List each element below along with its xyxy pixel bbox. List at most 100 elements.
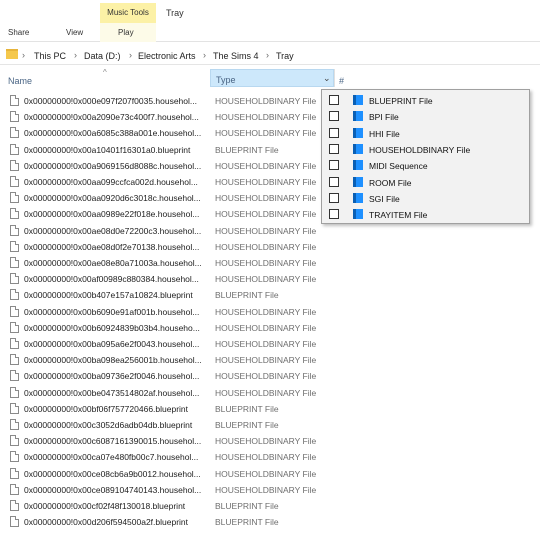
file-icon <box>10 257 19 268</box>
file-name: 0x00000000!0x00ca07e480fb00c7.househol..… <box>24 452 199 463</box>
filter-checkbox[interactable] <box>329 209 339 220</box>
filter-checkbox[interactable] <box>329 95 339 105</box>
file-row[interactable]: 0x00000000!0x00ba095a6e2f0043.househol..… <box>0 336 330 352</box>
file-icon <box>10 483 19 495</box>
file-row[interactable]: 0x00000000!0x00a9069156d8088c.househol..… <box>0 158 330 174</box>
filter-option[interactable]: HOUSEHOLDBINARY File <box>322 142 529 158</box>
file-row[interactable]: 0x00000000!0x000e097f207f0035.househol..… <box>0 93 330 109</box>
file-type-icon <box>353 160 363 171</box>
file-type: HOUSEHOLDBINARY File <box>215 96 317 106</box>
file-row[interactable]: 0x00000000!0x00a6085c388a001e.househol..… <box>0 125 330 141</box>
chevron-right-icon[interactable]: › <box>22 50 25 60</box>
file-type: BLUEPRINT File <box>215 290 279 301</box>
file-icon <box>10 273 19 285</box>
file-row[interactable]: 0x00000000!0x00bf06f757720466.blueprint B… <box>0 401 330 417</box>
file-type-icon <box>353 192 363 203</box>
file-type: HOUSEHOLDBINARY File <box>215 160 317 171</box>
tab-play[interactable]: Play <box>118 28 134 37</box>
column-divider[interactable] <box>334 69 335 87</box>
filter-checkbox[interactable] <box>329 143 339 154</box>
file-type: HOUSEHOLDBINARY File <box>215 225 317 236</box>
file-row[interactable]: 0x00000000!0x00b60924839b03b4.househo...… <box>0 320 330 336</box>
breadcrumb-the-sims-4[interactable]: The Sims 4 <box>213 51 259 61</box>
file-row[interactable]: 0x00000000!0x00cf02f48f130018.blueprint B… <box>0 498 330 514</box>
file-type: HOUSEHOLDBINARY File <box>215 371 317 382</box>
chevron-right-icon[interactable]: › <box>74 50 77 60</box>
file-type: HOUSEHOLDBINARY File <box>215 387 317 398</box>
chevron-right-icon[interactable]: › <box>266 50 269 60</box>
file-type: BLUEPRINT File <box>215 403 279 414</box>
file-name: 0x00000000!0x00ce089104740143.househol..… <box>24 484 202 495</box>
filter-checkbox[interactable] <box>329 192 339 203</box>
type-filter-dropdown: BLUEPRINT File BPI File HHI File HOUSEHOLDB… <box>321 89 530 224</box>
file-row[interactable]: 0x00000000!0x00ae08d0f2e70138.househol..… <box>0 239 330 255</box>
breadcrumb-data-drive[interactable]: Data (D:) <box>84 51 121 61</box>
tab-share[interactable]: Share <box>8 28 29 37</box>
column-header-name[interactable]: Name <box>8 76 32 86</box>
file-icon <box>10 354 19 366</box>
tab-view[interactable]: View <box>66 28 83 37</box>
file-name: 0x00000000!0x00ae08d0f2e70138.househol..… <box>24 241 200 252</box>
file-type-icon <box>353 209 363 220</box>
filter-option[interactable]: SGI File <box>322 191 529 207</box>
file-type-icon <box>353 143 363 154</box>
filter-option[interactable]: BPI File <box>322 109 529 125</box>
filter-checkbox[interactable] <box>329 160 339 171</box>
file-name: 0x00000000!0x00ba09736e2f0046.househol..… <box>24 371 200 382</box>
filter-option[interactable]: HHI File <box>322 126 529 142</box>
filter-checkbox[interactable] <box>329 111 339 122</box>
file-row[interactable]: 0x00000000!0x00be0473514802af.househol..… <box>0 385 330 401</box>
filter-option-label: ROOM File <box>369 177 412 188</box>
filter-option[interactable]: ROOM File <box>322 175 529 191</box>
file-row[interactable]: 0x00000000!0x00a10401f16301a0.blueprint B… <box>0 142 330 158</box>
file-type: HOUSEHOLDBINARY File <box>215 452 317 463</box>
breadcrumb-electronic-arts[interactable]: Electronic Arts <box>138 51 196 61</box>
file-name: 0x00000000!0x00af00989c880384.househol..… <box>24 274 199 285</box>
file-row[interactable]: 0x00000000!0x00ce089104740143.househol..… <box>0 482 330 498</box>
file-type-icon <box>353 95 363 105</box>
file-name: 0x00000000!0x00ae08e80a71003a.househol..… <box>24 258 202 268</box>
chevron-right-icon[interactable]: › <box>129 50 132 60</box>
music-tools-label: Music Tools <box>107 8 149 17</box>
file-icon <box>10 419 19 430</box>
filter-checkbox[interactable] <box>329 127 339 138</box>
file-name: 0x00000000!0x00b407e157a10824.blueprint <box>24 290 193 301</box>
breadcrumb-this-pc[interactable]: This PC <box>34 51 66 61</box>
file-row[interactable]: 0x00000000!0x00ca07e480fb00c7.househol..… <box>0 449 330 465</box>
file-icon <box>10 338 19 349</box>
file-row[interactable]: 0x00000000!0x00d206f594500a2f.blueprint B… <box>0 514 330 530</box>
file-row[interactable]: 0x00000000!0x00ce08cb6a9b0012.househol..… <box>0 466 330 482</box>
file-row[interactable]: 0x00000000!0x00a2090e73c400f7.househol..… <box>0 109 330 125</box>
file-icon <box>10 208 19 220</box>
filter-option[interactable]: MIDI Sequence <box>322 158 529 174</box>
chevron-down-icon[interactable]: ⌄ <box>323 73 331 84</box>
chevron-right-icon[interactable]: › <box>203 50 206 60</box>
file-row[interactable]: 0x00000000!0x00ba09736e2f0046.househol..… <box>0 368 330 384</box>
file-type-icon <box>353 127 363 138</box>
file-type: HOUSEHOLDBINARY File <box>215 274 317 285</box>
file-row[interactable]: 0x00000000!0x00c3052d6adb04db.blueprint B… <box>0 417 330 433</box>
file-row[interactable]: 0x00000000!0x00ae08e80a71003a.househol..… <box>0 255 330 271</box>
file-row[interactable]: 0x00000000!0x00ae08d0e72200c3.househol..… <box>0 223 330 239</box>
file-row[interactable]: 0x00000000!0x00aa099ccfca002d.househol..… <box>0 174 330 190</box>
file-row[interactable]: 0x00000000!0x00af00989c880384.househol..… <box>0 271 330 287</box>
column-header-type[interactable]: Type ⌄ <box>210 69 334 87</box>
file-row[interactable]: 0x00000000!0x00aa0989e22f018e.househol..… <box>0 206 330 222</box>
file-row[interactable]: 0x00000000!0x00b6090e91af001b.househol..… <box>0 304 330 320</box>
column-header-number[interactable]: # <box>339 76 344 86</box>
file-name: 0x00000000!0x00aa0989e22f018e.househol..… <box>24 209 200 220</box>
file-row[interactable]: 0x00000000!0x00ba098ea256001b.househol..… <box>0 352 330 368</box>
filter-option[interactable]: BLUEPRINT File <box>322 93 529 109</box>
file-row[interactable]: 0x00000000!0x00aa0920d6c3018c.househol..… <box>0 190 330 206</box>
file-icon <box>10 224 19 236</box>
file-name: 0x00000000!0x00bf06f757720466.blueprint <box>24 403 189 414</box>
filter-checkbox[interactable] <box>329 176 339 187</box>
file-icon <box>10 435 19 447</box>
filter-option-label: BPI File <box>369 112 399 123</box>
file-row[interactable]: 0x00000000!0x00b407e157a10824.blueprint B… <box>0 287 330 303</box>
breadcrumb-tray[interactable]: Tray <box>276 51 294 61</box>
window-title: Tray <box>166 8 184 18</box>
file-row[interactable]: 0x00000000!0x00c6087161390015.househol..… <box>0 433 330 449</box>
filter-option[interactable]: TRAYITEM File <box>322 207 529 223</box>
address-bar[interactable]: › This PC › Data (D:) › Electronic Arts … <box>0 45 540 65</box>
